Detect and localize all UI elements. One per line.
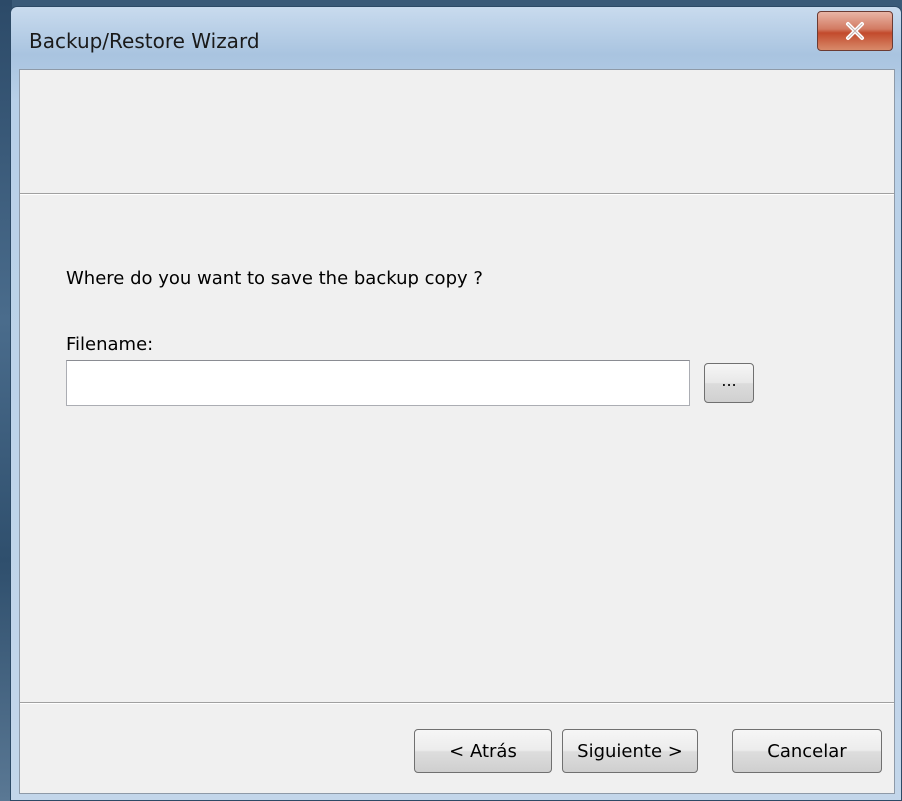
next-button-label: Siguiente > <box>577 740 683 762</box>
question-text: Where do you want to save the backup cop… <box>66 268 483 289</box>
back-button-label: < Atrás <box>449 740 517 762</box>
browse-button[interactable]: ... <box>704 363 754 403</box>
cancel-button[interactable]: Cancelar <box>732 729 882 773</box>
filename-label: Filename: <box>66 334 154 355</box>
footer-divider <box>20 702 894 704</box>
next-button[interactable]: Siguiente > <box>562 729 698 773</box>
close-button[interactable] <box>817 11 893 51</box>
wizard-client-area: Where do you want to save the backup cop… <box>19 69 895 794</box>
window-title: Backup/Restore Wizard <box>29 29 260 53</box>
wizard-window: Backup/Restore Wizard Where do you want … <box>10 6 902 801</box>
wizard-header-panel <box>20 70 894 193</box>
header-divider <box>20 193 894 195</box>
cancel-button-label: Cancelar <box>767 740 847 762</box>
filename-input[interactable] <box>66 360 690 406</box>
close-icon <box>844 21 866 41</box>
back-button[interactable]: < Atrás <box>414 729 552 773</box>
browse-button-label: ... <box>721 370 737 390</box>
